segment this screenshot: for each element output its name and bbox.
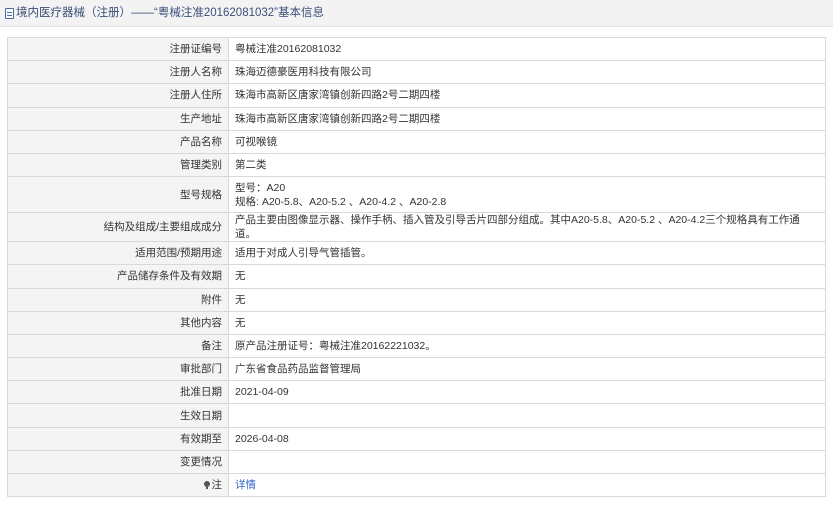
- table-row: 注册人住所 珠海市高新区唐家湾镇创新四路2号二期四楼: [7, 83, 826, 108]
- table-row: 结构及组成/主要组成成分 产品主要由图像显示器、操作手柄、插入管及引导舌片四部分…: [7, 212, 826, 243]
- row-label: 备注: [7, 333, 229, 359]
- row-label: 批准日期: [7, 380, 229, 405]
- row-value: 产品主要由图像显示器、操作手柄、插入管及引导舌片四部分组成。其中A20-5.8、…: [228, 212, 826, 243]
- table-row: 有效期至 2026-04-08: [7, 426, 826, 451]
- row-label: 型号规格: [7, 176, 229, 214]
- row-label: 产品名称: [7, 129, 229, 154]
- table-row: 生产地址 珠海市高新区唐家湾镇创新四路2号二期四楼: [7, 106, 826, 131]
- row-value: 可视喉镜: [228, 129, 826, 154]
- row-label: 适用范围/预期用途: [7, 241, 229, 266]
- model-line: 型号：A20: [235, 181, 286, 194]
- row-label: 其他内容: [7, 310, 229, 335]
- table-row: 其他内容 无: [7, 310, 826, 335]
- table-row: 产品名称 可视喉镜: [7, 129, 826, 154]
- spec-line: 规格: A20-5.8、A20-5.2 、A20-4.2 、A20-2.8: [235, 195, 447, 208]
- row-value: 无: [228, 287, 826, 312]
- page-title: 境内医疗器械（注册）——“粤械注准20162081032”基本信息: [16, 7, 325, 19]
- row-value: 型号：A20 规格: A20-5.8、A20-5.2 、A20-4.2 、A20…: [228, 176, 826, 214]
- row-value: 无: [228, 264, 826, 289]
- table-row: 管理类别 第二类: [7, 152, 826, 178]
- table-row: 生效日期: [7, 403, 826, 428]
- row-value: 适用于对成人引导气管插管。: [228, 241, 826, 266]
- table-row: 注册证编号 粤械注准20162081032: [7, 36, 826, 62]
- row-value: 原产品注册证号：粤械注准20162221032。: [228, 333, 826, 359]
- row-label: 注册证编号: [7, 36, 229, 62]
- row-value: [228, 403, 826, 428]
- row-label: 附件: [7, 287, 229, 312]
- row-value: 无: [228, 310, 826, 335]
- row-label: 有效期至: [7, 426, 229, 451]
- row-value: 2021-04-09: [228, 380, 826, 405]
- info-table-container: 注册证编号 粤械注准20162081032 注册人名称 珠海迈德豪医用科技有限公…: [0, 27, 833, 498]
- details-link[interactable]: 详情: [235, 479, 256, 491]
- row-label: 注册人住所: [7, 83, 229, 108]
- row-value: 珠海市高新区唐家湾镇创新四路2号二期四楼: [228, 106, 826, 131]
- row-value: 详情: [228, 472, 826, 498]
- table-row: 审批部门 广东省食品药品监督管理局: [7, 357, 826, 382]
- row-value: 珠海市高新区唐家湾镇创新四路2号二期四楼: [228, 83, 826, 108]
- page-header: 境内医疗器械（注册）——“粤械注准20162081032”基本信息: [0, 0, 833, 27]
- table-row: 型号规格 型号：A20 规格: A20-5.8、A20-5.2 、A20-4.2…: [7, 176, 826, 214]
- row-label-note: 注: [7, 472, 229, 498]
- row-label: 结构及组成/主要组成成分: [7, 212, 229, 243]
- table-row: 备注 原产品注册证号：粤械注准20162221032。: [7, 333, 826, 359]
- row-value: 广东省食品药品监督管理局: [228, 357, 826, 382]
- table-row: 适用范围/预期用途 适用于对成人引导气管插管。: [7, 241, 826, 266]
- table-row: 注 详情: [7, 472, 826, 498]
- row-value: 2026-04-08: [228, 426, 826, 451]
- table-row: 变更情况: [7, 449, 826, 475]
- note-label: 注: [211, 479, 223, 492]
- row-label: 注册人名称: [7, 60, 229, 85]
- table-row: 批准日期 2021-04-09: [7, 380, 826, 405]
- row-label: 审批部门: [7, 357, 229, 382]
- table-row: 注册人名称 珠海迈德豪医用科技有限公司: [7, 60, 826, 85]
- row-label: 管理类别: [7, 152, 229, 178]
- table-row: 产品储存条件及有效期 无: [7, 264, 826, 289]
- document-icon: [5, 7, 14, 19]
- row-value: 粤械注准20162081032: [228, 36, 826, 62]
- bulb-icon: [203, 481, 210, 490]
- table-row: 附件 无: [7, 287, 826, 312]
- row-label: 产品储存条件及有效期: [7, 264, 229, 289]
- registration-info-table: 注册证编号 粤械注准20162081032 注册人名称 珠海迈德豪医用科技有限公…: [7, 36, 826, 498]
- row-label: 生效日期: [7, 403, 229, 428]
- row-value: [228, 449, 826, 475]
- row-value: 第二类: [228, 152, 826, 178]
- row-value: 珠海迈德豪医用科技有限公司: [228, 60, 826, 85]
- row-label: 生产地址: [7, 106, 229, 131]
- row-label: 变更情况: [7, 449, 229, 475]
